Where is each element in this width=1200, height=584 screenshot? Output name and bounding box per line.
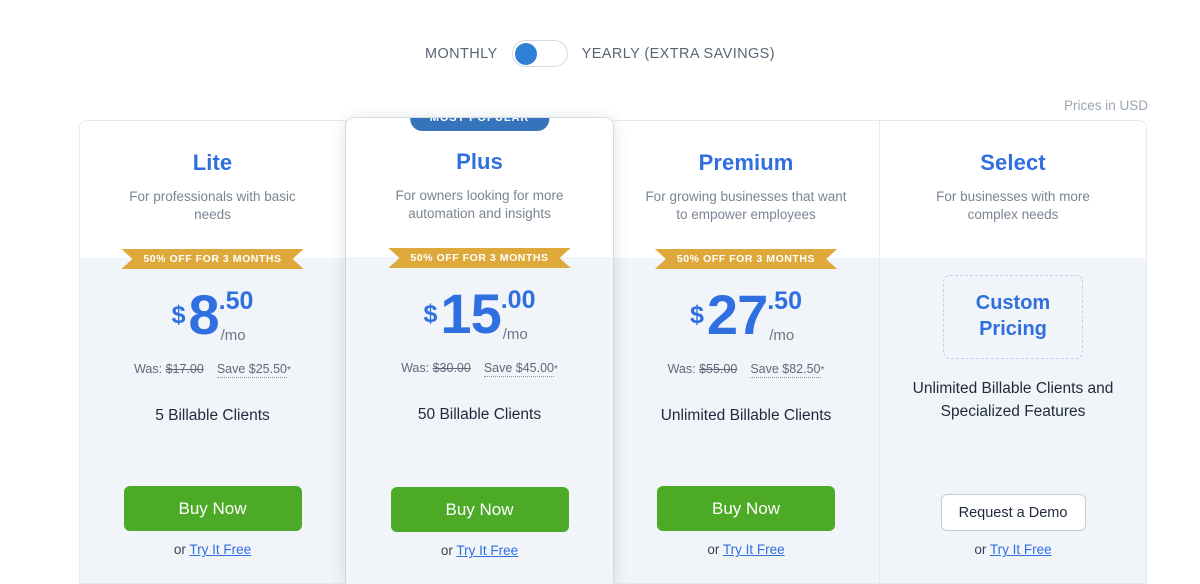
pricing-card-group: 50% OFF FOR 3 MONTHS Lite For profession…: [79, 118, 1149, 584]
pricing-card-lite: 50% OFF FOR 3 MONTHS Lite For profession…: [79, 120, 346, 584]
price-currency: $: [423, 300, 438, 328]
was-value: $30.00: [432, 361, 471, 375]
savings-asterisk: *: [554, 364, 558, 375]
discount-ribbon-wrap: 50% OFF FOR 3 MONTHS: [80, 249, 345, 269]
or-text: or: [173, 542, 190, 557]
price-amount: 8: [188, 283, 219, 346]
plan-name: Select: [980, 150, 1046, 175]
price-period: /mo: [220, 327, 246, 344]
or-text: or: [440, 543, 457, 558]
price-block: $ 27 .50 /mo: [613, 287, 879, 349]
prices-currency-note: Prices in USD: [1063, 98, 1148, 113]
toggle-label-yearly[interactable]: YEARLY (EXTRA SAVINGS): [582, 46, 775, 62]
try-it-free-link[interactable]: Try It Free: [456, 543, 518, 558]
cta-area: Request a Demo or Try It Free: [880, 494, 1146, 583]
most-popular-badge: MOST POPULAR: [409, 118, 550, 131]
price-currency: $: [171, 301, 186, 329]
or-text: or: [707, 542, 723, 557]
plan-description: For professionals with basic needs: [129, 189, 296, 222]
price-block: $ 8 .50 /mo: [80, 287, 345, 349]
savings-note[interactable]: Save $82.50*: [750, 362, 825, 378]
buy-now-button[interactable]: Buy Now: [390, 487, 569, 532]
was-value: $17.00: [165, 362, 204, 376]
custom-pricing-line-1: Custom: [975, 292, 1051, 314]
savings-text[interactable]: Save $25.50: [216, 362, 288, 378]
savings-note[interactable]: Save $45.00*: [483, 361, 558, 377]
pricing-page: MONTHLY YEARLY (EXTRA SAVINGS) Prices in…: [0, 0, 1200, 584]
was-price: Was: $55.00: [668, 362, 738, 376]
try-free-row: or Try It Free: [441, 543, 518, 558]
plan-description: For businesses with more complex needs: [936, 189, 1090, 222]
price-period: /mo: [769, 327, 795, 344]
price-block: $ 15 .00 /mo: [346, 286, 613, 348]
plan-name: Plus: [456, 149, 503, 174]
plan-description: For growing businesses that want to empo…: [645, 189, 847, 222]
pricing-card-select: Select For businesses with more complex …: [880, 120, 1147, 584]
pricing-card-plus: MOST POPULAR 50% OFF FOR 3 MONTHS Plus F…: [346, 118, 613, 584]
price-currency: $: [690, 301, 704, 329]
pricing-card-premium: 50% OFF FOR 3 MONTHS Premium For growing…: [613, 120, 880, 584]
try-it-free-link[interactable]: Try It Free: [723, 542, 785, 557]
was-label: Was:: [667, 362, 696, 376]
plan-name: Premium: [698, 150, 794, 175]
plan-description: For owners looking for more automation a…: [395, 188, 564, 221]
was-label: Was:: [134, 362, 163, 376]
buy-now-button[interactable]: Buy Now: [123, 486, 302, 531]
plan-feature: 5 Billable Clients: [155, 407, 270, 424]
plan-feature: 50 Billable Clients: [417, 406, 542, 423]
custom-pricing-line-2: Pricing: [979, 318, 1047, 340]
savings-asterisk: *: [287, 365, 291, 376]
was-price: Was: $17.00: [134, 362, 204, 376]
savings-asterisk: *: [820, 365, 825, 376]
savings-text[interactable]: Save $45.00: [483, 361, 555, 377]
try-it-free-link[interactable]: Try It Free: [990, 542, 1052, 557]
was-label: Was:: [401, 361, 430, 375]
toggle-knob: [515, 43, 538, 66]
discount-ribbon-wrap: 50% OFF FOR 3 MONTHS: [346, 248, 613, 268]
price-cents: .50: [767, 287, 802, 315]
cta-area: Buy Now or Try It Free: [80, 486, 345, 583]
price-amount: 15: [440, 282, 501, 345]
request-a-demo-button[interactable]: Request a Demo: [940, 494, 1086, 531]
try-it-free-link[interactable]: Try It Free: [189, 542, 251, 557]
try-free-row: or Try It Free: [707, 542, 784, 557]
was-value: $55.00: [699, 362, 738, 376]
try-free-row: or Try It Free: [174, 542, 251, 557]
savings-text[interactable]: Save $82.50: [750, 362, 821, 378]
buy-now-button[interactable]: Buy Now: [657, 486, 835, 531]
billing-period-toggle: MONTHLY YEARLY (EXTRA SAVINGS): [0, 40, 1200, 67]
custom-pricing-box: Custom Pricing: [943, 275, 1083, 359]
discount-ribbon: 50% OFF FOR 3 MONTHS: [655, 249, 837, 269]
savings-note[interactable]: Save $25.50*: [216, 362, 291, 378]
or-text: or: [974, 542, 990, 557]
price-subline: Was: $55.00 Save $82.50*: [668, 362, 825, 378]
plan-name: Lite: [192, 150, 233, 175]
plan-feature: Unlimited Billable Clients: [660, 407, 832, 424]
toggle-label-monthly[interactable]: MONTHLY: [425, 46, 498, 62]
plan-feature: Unlimited Billable Clients and Specializ…: [912, 380, 1114, 420]
cta-area: Buy Now or Try It Free: [613, 486, 879, 583]
price-cents: .50: [218, 287, 254, 315]
price-subline: Was: $17.00 Save $25.50*: [134, 362, 291, 378]
discount-ribbon: 50% OFF FOR 3 MONTHS: [121, 249, 303, 269]
billing-toggle-switch[interactable]: [511, 40, 568, 67]
discount-ribbon: 50% OFF FOR 3 MONTHS: [388, 248, 570, 268]
price-cents: .00: [500, 286, 536, 314]
price-subline: Was: $30.00 Save $45.00*: [401, 361, 558, 377]
price-period: /mo: [502, 326, 528, 343]
discount-ribbon-wrap: 50% OFF FOR 3 MONTHS: [613, 249, 879, 269]
cta-area: Buy Now or Try It Free: [346, 487, 613, 584]
try-free-row: or Try It Free: [974, 542, 1051, 557]
price-amount: 27: [706, 283, 768, 346]
was-price: Was: $30.00: [401, 361, 471, 375]
